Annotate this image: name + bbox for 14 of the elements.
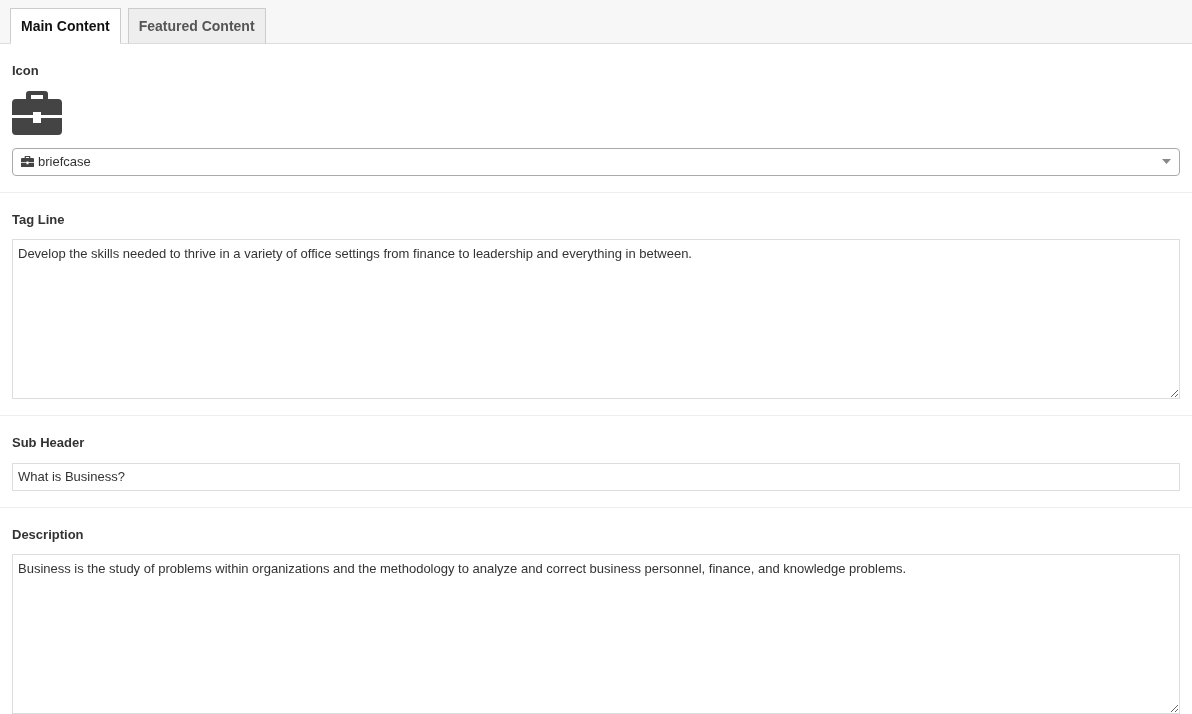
briefcase-icon (21, 155, 34, 168)
icon-select[interactable]: briefcase (12, 147, 1180, 176)
text-area[interactable]: Business is the study of problems within organizations and the methodology to analyze and correct business personnel, finance, and knowledge problems. (12, 554, 1180, 714)
text-area[interactable]: Develop the skills needed to thrive in a variety of office settings from finance to leadership and everything in between. (12, 239, 1180, 399)
field-label: Description (12, 525, 85, 544)
dropdown-caret-icon (1162, 159, 1171, 164)
tab[interactable]: Featured Content (127, 8, 266, 44)
field-label: Icon (12, 62, 40, 80)
field-label: Sub Header (12, 434, 86, 452)
select-value: briefcase (38, 152, 92, 171)
field-label: Tag Line (12, 210, 66, 229)
tab[interactable]: Main Content (10, 8, 121, 44)
text-input[interactable]: What is Business? (12, 462, 1180, 491)
briefcase-preview-icon (12, 90, 62, 135)
